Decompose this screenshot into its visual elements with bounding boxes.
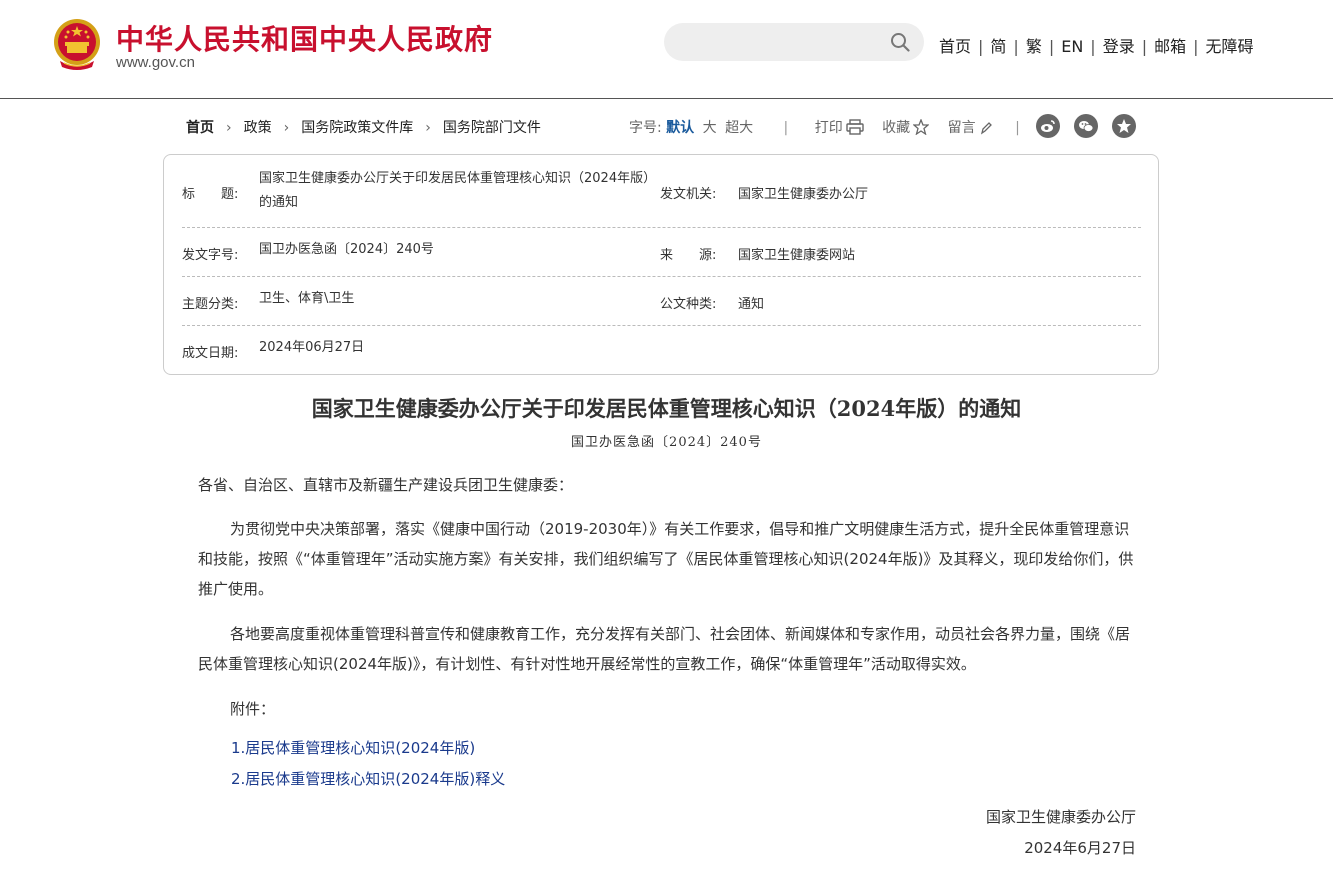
- comment-button[interactable]: 留言: [948, 120, 993, 136]
- weibo-icon: [1041, 120, 1055, 132]
- national-emblem-icon[interactable]: [52, 17, 102, 71]
- site-name[interactable]: 中华人民共和国中央人民政府: [116, 18, 493, 58]
- nav-traditional[interactable]: 繁: [1026, 37, 1042, 56]
- info-row-docno: 发文字号: 国卫办医急函〔2024〕240号 来 源: 国家卫生健康委网站: [182, 228, 1141, 277]
- info-row-topic: 主题分类: 卫生、体育\卫生 公文种类: 通知: [182, 277, 1141, 326]
- printer-icon: [846, 119, 864, 135]
- top-nav: 首页 | 简 | 繁 | EN | 登录 | 邮箱 | 无障碍: [939, 33, 1254, 57]
- toolbar-separator: |: [1015, 120, 1020, 136]
- print-label: 打印: [814, 120, 843, 136]
- star-icon: [1117, 119, 1131, 133]
- doc-type-label: 公文种类:: [660, 297, 717, 312]
- attachment-link-1[interactable]: 1.居民体重管理核心知识(2024年版): [231, 737, 475, 758]
- date-label: 成文日期:: [182, 346, 239, 361]
- article-toolbar: 字号: 默认 大 超大 | 打印 收藏 留言 |: [629, 117, 1020, 137]
- nav-separator: |: [1048, 37, 1055, 56]
- print-button[interactable]: 打印: [814, 119, 864, 136]
- breadcrumb: 首页 › 政策 › 国务院政策文件库 › 国务院部门文件: [186, 117, 541, 137]
- wechat-share-button[interactable]: [1074, 114, 1098, 138]
- nav-simplified[interactable]: 简: [990, 37, 1006, 56]
- star-icon: [912, 118, 930, 136]
- attachment-label: 附件：: [230, 700, 276, 718]
- source-value: 国家卫生健康委网站: [738, 248, 856, 263]
- signature-date: 2024年6月27日: [1024, 839, 1136, 857]
- wechat-icon: [1079, 121, 1094, 132]
- chevron-right-icon: ›: [226, 120, 232, 136]
- site-url[interactable]: www.gov.cn: [116, 54, 195, 71]
- nav-separator: |: [1141, 37, 1148, 56]
- nav-mail[interactable]: 邮箱: [1154, 37, 1186, 56]
- info-row-title: 标 题: 国家卫生健康委办公厅关于印发居民体重管理核心知识（2024年版）的通知…: [182, 155, 1141, 228]
- topic-value: 卫生、体育\卫生: [259, 291, 355, 306]
- nav-separator: |: [1193, 37, 1199, 56]
- font-size-xlarge[interactable]: 超大: [725, 120, 753, 136]
- font-size-large[interactable]: 大: [703, 120, 717, 136]
- document-info-box: 标 题: 国家卫生健康委办公厅关于印发居民体重管理核心知识（2024年版）的通知…: [163, 154, 1159, 375]
- breadcrumb-policy[interactable]: 政策: [244, 120, 272, 136]
- title-label: 标 题:: [182, 187, 239, 202]
- toolbar-separator: |: [783, 120, 789, 136]
- nav-separator: |: [978, 37, 984, 56]
- article-paragraph-1: 为贯彻党中央决策部署，落实《健康中国行动（2019-2030年）》有关工作要求，…: [198, 520, 1134, 598]
- signature-org: 国家卫生健康委办公厅: [985, 808, 1136, 826]
- font-size-default[interactable]: 默认: [666, 120, 694, 136]
- nav-login[interactable]: 登录: [1103, 37, 1135, 56]
- article-salutation: 各省、自治区、直辖市及新疆生产建设兵团卫生健康委：: [198, 476, 574, 494]
- title-value: 国家卫生健康委办公厅关于印发居民体重管理核心知识（2024年版）的通知: [259, 171, 650, 210]
- article-title: 国家卫生健康委办公厅关于印发居民体重管理核心知识（2024年版）的通知: [311, 396, 1022, 421]
- comment-label: 留言: [947, 120, 976, 136]
- issuer-value: 国家卫生健康委办公厅: [738, 187, 869, 202]
- chevron-right-icon: ›: [283, 120, 290, 136]
- site-header: 中华人民共和国中央人民政府 www.gov.cn 首页 | 简 | 繁 | EN | 登录 | 邮箱…: [0, 0, 1333, 99]
- search-icon[interactable]: [890, 32, 910, 52]
- favorite-label: 收藏: [882, 120, 911, 136]
- info-row-date: 成文日期: 2024年06月27日: [182, 326, 1141, 375]
- source-label: 来 源:: [660, 248, 717, 263]
- doc-type-value: 通知: [738, 297, 765, 312]
- font-size-label: 字号:: [629, 120, 662, 136]
- article-doc-number: 国卫办医急函〔2024〕240号: [571, 435, 762, 450]
- breadcrumb-department-docs[interactable]: 国务院部门文件: [443, 120, 541, 136]
- issuer-label: 发文机关:: [660, 187, 717, 202]
- attachment-link-2[interactable]: 2.居民体重管理核心知识(2024年版)释义: [231, 768, 505, 789]
- nav-home[interactable]: 首页: [939, 37, 971, 56]
- doc-number-label: 发文字号:: [182, 248, 239, 263]
- breadcrumb-policy-library[interactable]: 国务院政策文件库: [301, 120, 413, 136]
- article-paragraph-2: 各地要高度重视体重管理科普宣传和健康教育工作，充分发挥有关部门、社会团体、新闻媒…: [198, 625, 1131, 673]
- favorite-share-button[interactable]: [1112, 114, 1136, 138]
- nav-separator: |: [1090, 37, 1096, 56]
- search-input[interactable]: [682, 31, 882, 53]
- breadcrumb-home[interactable]: 首页: [186, 120, 214, 136]
- favorite-button[interactable]: 收藏: [882, 118, 930, 136]
- weibo-share-button[interactable]: [1036, 114, 1060, 138]
- nav-accessibility[interactable]: 无障碍: [1206, 37, 1254, 56]
- search-box: [664, 23, 924, 61]
- date-value: 2024年06月27日: [259, 340, 365, 355]
- chevron-right-icon: ›: [425, 120, 431, 136]
- nav-separator: |: [1013, 37, 1019, 56]
- pencil-icon: [980, 122, 992, 135]
- doc-number-value: 国卫办医急函〔2024〕240号: [259, 242, 434, 257]
- topic-label: 主题分类:: [182, 297, 239, 312]
- nav-english[interactable]: EN: [1061, 37, 1083, 56]
